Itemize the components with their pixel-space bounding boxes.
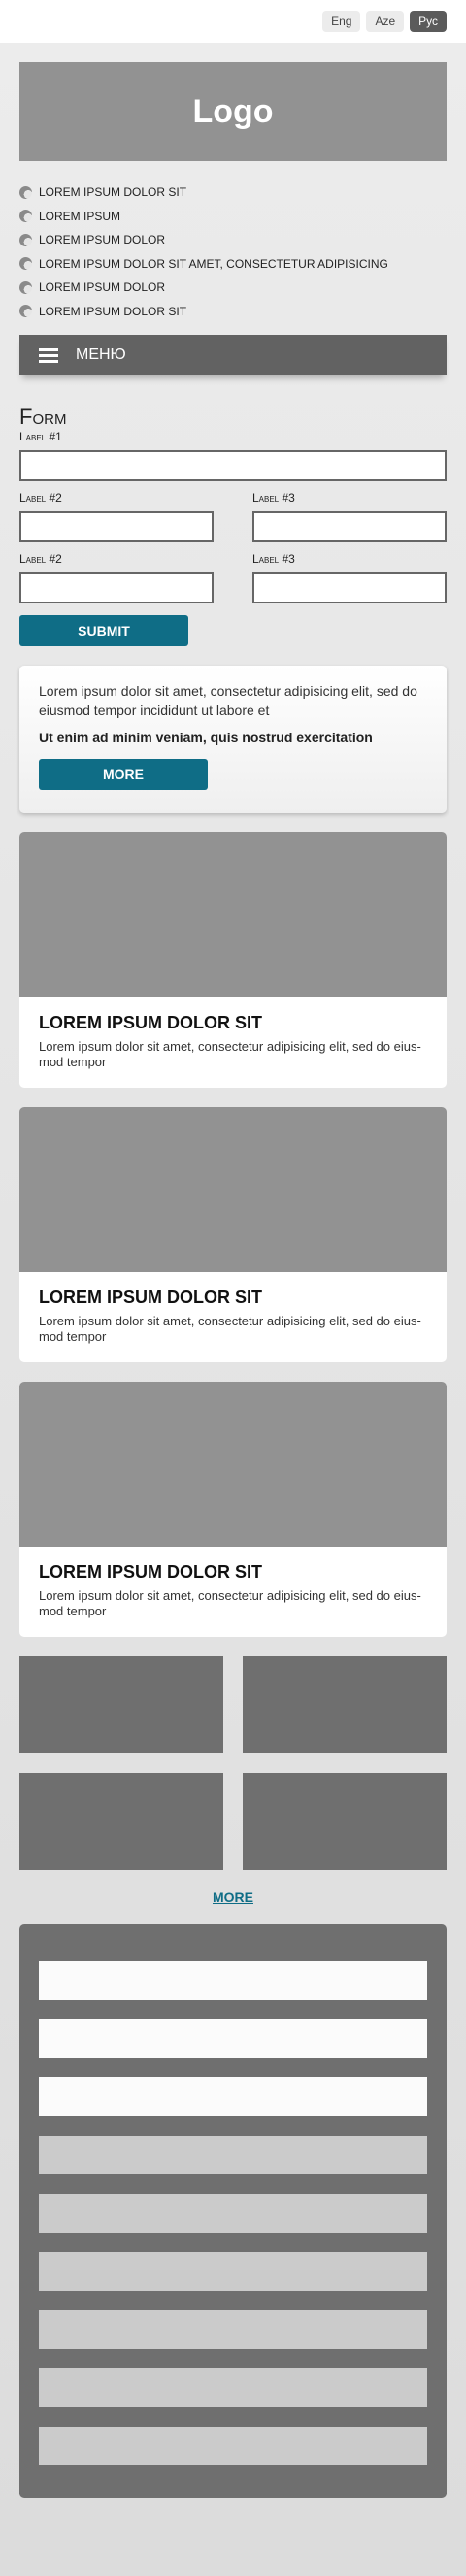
card-title: LOREM IPSUM DOLOR SIT <box>39 1288 263 1307</box>
form-title: Form <box>19 405 67 429</box>
label-2: Label #2 <box>19 491 62 505</box>
label-3: Label #3 <box>252 552 295 566</box>
panel-input-disabled <box>39 2310 427 2349</box>
bullet-icon <box>19 257 32 271</box>
card-text: Lorem ipsum dolor sit amet, consectetur … <box>39 1588 421 1618</box>
list-item-label: LOREM IPSUM DOLOR SIT <box>39 304 187 318</box>
info-card: Lorem ipsum dolor sit amet, consectetur … <box>19 666 447 813</box>
tile[interactable] <box>19 1773 223 1870</box>
submit-button[interactable]: SUBMIT <box>19 615 188 646</box>
card-image <box>19 832 447 997</box>
bottom-panel <box>19 1924 447 2498</box>
list-item[interactable]: LOREM IPSUM <box>19 205 447 229</box>
bullet-list: LOREM IPSUM DOLOR SIT LOREM IPSUM LOREM … <box>19 180 447 323</box>
list-item[interactable]: LOREM IPSUM DOLOR <box>19 276 447 300</box>
card-image <box>19 1382 447 1547</box>
bullet-icon <box>19 305 32 318</box>
card-title: LOREM IPSUM DOLOR SIT <box>39 1013 263 1032</box>
tile[interactable] <box>19 1656 223 1753</box>
lang-eng-button[interactable]: Eng <box>322 11 361 32</box>
bullet-icon <box>19 280 32 294</box>
list-item-label: LOREM IPSUM <box>39 209 121 223</box>
list-item-label: LOREM IPSUM DOLOR SIT <box>39 185 187 200</box>
menu-label: МЕНЮ <box>76 346 126 363</box>
field-2[interactable] <box>19 511 214 542</box>
bullet-icon <box>19 233 32 246</box>
info-text: Lorem ipsum dolor sit amet, consectetur … <box>39 683 417 718</box>
list-item[interactable]: LOREM IPSUM DOLOR SIT <box>19 300 447 324</box>
lang-rus-button[interactable]: Рус <box>410 11 447 32</box>
article-card[interactable]: LOREM IPSUM DOLOR SIT Lorem ipsum dolor … <box>19 1107 447 1362</box>
more-button[interactable]: MORE <box>39 759 208 790</box>
logo[interactable]: Logo <box>19 62 447 161</box>
hamburger-icon <box>39 345 58 366</box>
list-item-label: LOREM IPSUM DOLOR <box>39 233 166 247</box>
panel-input-disabled <box>39 2368 427 2407</box>
field-3[interactable] <box>252 511 447 542</box>
label-3: Label #3 <box>252 491 295 505</box>
list-item-label: LOREM IPSUM DOLOR SIT AMET, CONSECTETUR … <box>39 256 388 271</box>
panel-input-disabled <box>39 2252 427 2291</box>
list-item[interactable]: LOREM IPSUM DOLOR SIT <box>19 180 447 205</box>
label-2: Label #2 <box>19 552 62 566</box>
menu-button[interactable]: МЕНЮ <box>19 335 447 375</box>
logo-text: Logo <box>192 92 274 130</box>
tile[interactable] <box>243 1656 447 1753</box>
tile-grid <box>19 1656 447 1870</box>
card-title: LOREM IPSUM DOLOR SIT <box>39 1562 263 1581</box>
lang-aze-button[interactable]: Aze <box>366 11 405 32</box>
list-item-label: LOREM IPSUM DOLOR <box>39 280 166 295</box>
panel-input-disabled <box>39 2427 427 2465</box>
bullet-icon <box>19 185 32 199</box>
panel-input[interactable] <box>39 2077 427 2116</box>
more-link[interactable]: MORE <box>19 1889 447 1905</box>
panel-input-disabled <box>39 2194 427 2233</box>
article-card[interactable]: LOREM IPSUM DOLOR SIT Lorem ipsum dolor … <box>19 1382 447 1637</box>
card-image <box>19 1107 447 1272</box>
label-1: Label #1 <box>19 430 62 443</box>
panel-input[interactable] <box>39 1961 427 2000</box>
field-5[interactable] <box>252 572 447 603</box>
card-text: Lorem ipsum dolor sit amet, consectetur … <box>39 1039 421 1069</box>
tile[interactable] <box>243 1773 447 1870</box>
card-text: Lorem ipsum dolor sit amet, consectetur … <box>39 1314 421 1344</box>
panel-input-disabled <box>39 2136 427 2174</box>
list-item[interactable]: LOREM IPSUM DOLOR SIT AMET, CONSECTETUR … <box>19 252 447 277</box>
list-item[interactable]: LOREM IPSUM DOLOR <box>19 228 447 252</box>
bullet-icon <box>19 210 32 223</box>
language-bar: Eng Aze Рус <box>0 0 466 43</box>
field-4[interactable] <box>19 572 214 603</box>
field-1[interactable] <box>19 450 447 481</box>
info-bold-text: Ut enim ad minim veniam, quis nostrud ex… <box>39 730 373 745</box>
panel-input[interactable] <box>39 2019 427 2058</box>
article-card[interactable]: LOREM IPSUM DOLOR SIT Lorem ipsum dolor … <box>19 832 447 1088</box>
